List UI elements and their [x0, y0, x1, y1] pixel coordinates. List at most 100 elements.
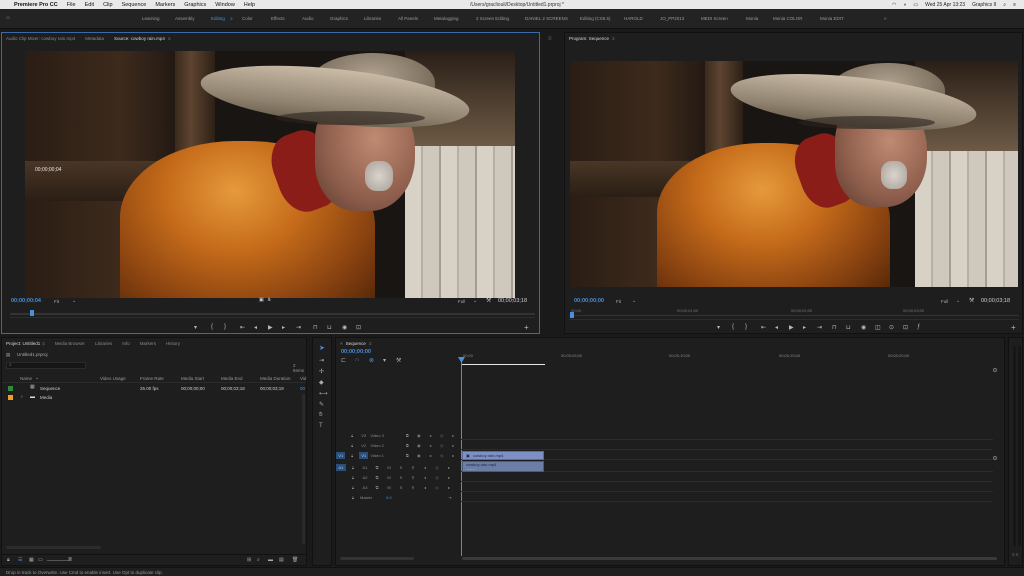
workspace-color[interactable]: Color — [242, 16, 253, 21]
column-frame-rate[interactable]: Frame Rate — [140, 376, 164, 381]
voice-over-icon[interactable]: ⚲ — [408, 484, 418, 491]
program-fit-select[interactable]: Fit — [616, 299, 621, 304]
clear-trash-icon[interactable]: 🗑︎ — [292, 557, 298, 563]
mark-out-icon[interactable]: } — [224, 324, 226, 330]
export-frame-icon[interactable]: ◉ — [342, 324, 347, 331]
sync-lock-icon[interactable]: ⧉ — [372, 484, 382, 491]
program-add-marker-icon[interactable]: ▾ — [717, 324, 720, 331]
track-id[interactable]: V1 — [358, 452, 369, 459]
source-current-timecode[interactable]: 00;00;00;04 — [11, 298, 41, 304]
program-play-icon[interactable]: ▶ — [789, 324, 794, 331]
expand-chevron-icon[interactable]: › — [21, 394, 23, 400]
toggle-output-eye-icon[interactable]: ◉ — [414, 442, 423, 449]
keyframe-prev-icon[interactable]: ◂ — [426, 432, 435, 439]
program-settings-wrench-icon[interactable]: ⚒ — [969, 297, 974, 304]
tab-project[interactable]: Project: Untitled1 — [6, 341, 40, 346]
table-row[interactable]: › ▬ Media — [2, 393, 306, 402]
program-go-to-in-icon[interactable]: ⇤ — [761, 324, 766, 331]
workspace-assembly[interactable]: Assembly — [175, 16, 195, 21]
track-id[interactable]: A2 — [360, 474, 370, 481]
timeline-h-scrollbar[interactable] — [462, 557, 997, 560]
workspace-2-screen-editing[interactable]: 2 Screen Editing — [476, 16, 509, 21]
keyframe-prev-icon[interactable]: ◂ — [420, 484, 430, 491]
workspace-monia-color[interactable]: Monia COLOR — [773, 16, 803, 21]
pen-tool-icon[interactable]: ✎ — [319, 401, 324, 408]
track-lane-a2[interactable] — [461, 473, 993, 482]
keyframe-prev-icon[interactable]: ◂ — [426, 442, 435, 449]
comparison-view-icon[interactable]: ◫ — [875, 324, 881, 331]
sync-lock-icon[interactable]: ⧉ — [403, 432, 412, 439]
track-lane-master[interactable] — [461, 493, 993, 502]
workspace-audio[interactable]: Audio — [302, 16, 314, 21]
sync-lock-icon[interactable]: ⧉ — [403, 442, 412, 449]
keyframe-next-icon[interactable]: ▸ — [444, 474, 454, 481]
track-lock-icon[interactable]: 🔒︎ — [347, 442, 356, 449]
tab-source[interactable]: Source: cowboy rain.mp4 — [114, 36, 165, 41]
mute-button[interactable]: M — [384, 474, 394, 481]
program-video-frame[interactable] — [570, 61, 1018, 287]
source-video-frame[interactable] — [25, 51, 515, 298]
track-lock-icon[interactable]: 🔒︎ — [348, 484, 358, 491]
solo-button[interactable]: S — [396, 464, 406, 471]
clock[interactable]: Wed 25 Apr 13:23 — [925, 2, 965, 8]
track-lane-v3[interactable] — [461, 431, 993, 440]
linked-selection-icon[interactable]: ⊗ — [369, 357, 374, 364]
project-h-scrollbar[interactable] — [6, 546, 101, 549]
quality-chevron-down-icon[interactable]: ⌄ — [473, 298, 477, 304]
workspace-all-panels[interactable]: All Panels — [398, 16, 418, 21]
menu-markers[interactable]: Markers — [155, 2, 175, 8]
mute-button[interactable]: M — [384, 484, 394, 491]
notifications-icon[interactable]: ≡ — [1013, 2, 1016, 8]
video-tracks-scrollbar[interactable] — [993, 368, 997, 468]
new-item-icon[interactable]: ▤ — [279, 557, 284, 563]
add-marker-icon[interactable]: ▾ — [383, 357, 386, 364]
lumetri-fx-icon[interactable]: ƒ — [917, 324, 920, 330]
keyframe-add-icon[interactable]: ◇ — [437, 442, 446, 449]
source-patch[interactable] — [336, 442, 345, 449]
wifi-icon[interactable]: ◠ — [892, 2, 896, 8]
solo-meter-button[interactable]: S S — [1012, 552, 1018, 557]
voice-over-icon[interactable]: ⚲ — [408, 474, 418, 481]
source-patch[interactable] — [336, 484, 346, 491]
workspace-graphics[interactable]: Graphics — [330, 16, 348, 21]
workspace-medi-screen[interactable]: MEDI Screen — [701, 16, 728, 21]
table-row[interactable]: ▦ Sequence 25.00 fps 00;00;00;00 00;00;0… — [2, 384, 306, 393]
toggle-output-eye-icon[interactable]: ◉ — [414, 432, 423, 439]
tab-markers[interactable]: Markers — [140, 341, 156, 346]
find-icon[interactable]: ⌕ — [257, 557, 260, 563]
track-select-tool-icon[interactable]: ⇥ — [319, 357, 324, 364]
master-volume[interactable]: 0.0 — [386, 495, 406, 500]
panel-menu-icon[interactable]: ≡ — [548, 36, 552, 42]
label-color-swatch[interactable] — [8, 386, 13, 391]
fit-chevron-down-icon[interactable]: ⌄ — [72, 298, 76, 304]
track-lane-v2[interactable] — [461, 441, 993, 450]
workspace-editing-cs55[interactable]: Editing (CS5.5) — [580, 16, 611, 21]
source-zoom-bar[interactable] — [10, 317, 535, 318]
program-step-forward-icon[interactable]: ▸ — [803, 324, 806, 331]
timeline-ruler[interactable]: 00;00 00;00;05;00 00;00;10;00 00;00;15;0… — [461, 350, 1001, 366]
column-name[interactable]: Name — [20, 376, 32, 381]
column-media-duration[interactable]: Media Duration — [260, 376, 291, 381]
go-to-end-icon[interactable]: ⇥ — [448, 495, 451, 500]
menu-sequence[interactable]: Sequence — [122, 2, 147, 8]
snap-icon[interactable]: ∩ — [355, 357, 359, 363]
column-media-start[interactable]: Media Start — [181, 376, 204, 381]
track-lock-icon[interactable]: 🔒︎ — [348, 474, 358, 481]
go-to-in-icon[interactable]: ⇤ — [240, 324, 245, 331]
tab-libraries[interactable]: Libraries — [95, 341, 112, 346]
selection-tool-icon[interactable]: ➤ — [319, 344, 325, 352]
battery-icon[interactable]: ▭ — [913, 2, 918, 8]
menu-file[interactable]: File — [67, 2, 76, 8]
workspace-jo-pp2013[interactable]: JO_PP2013 — [660, 16, 684, 21]
program-mark-in-icon[interactable]: { — [732, 324, 734, 330]
program-go-to-out-icon[interactable]: ⇥ — [817, 324, 822, 331]
menu-window[interactable]: Window — [215, 2, 235, 8]
ripple-edit-tool-icon[interactable]: ✢ — [319, 368, 324, 375]
program-tab-menu-icon[interactable]: ≡ — [612, 36, 615, 41]
work-area-bar[interactable] — [461, 364, 545, 365]
menu-help[interactable]: Help — [244, 2, 255, 8]
extract-icon[interactable]: ⊔ — [846, 324, 851, 331]
workspace-monia-edit[interactable]: Monia EDIT — [820, 16, 844, 21]
column-media-end[interactable]: Media End — [221, 376, 243, 381]
voice-over-icon[interactable]: ⚲ — [408, 464, 418, 471]
